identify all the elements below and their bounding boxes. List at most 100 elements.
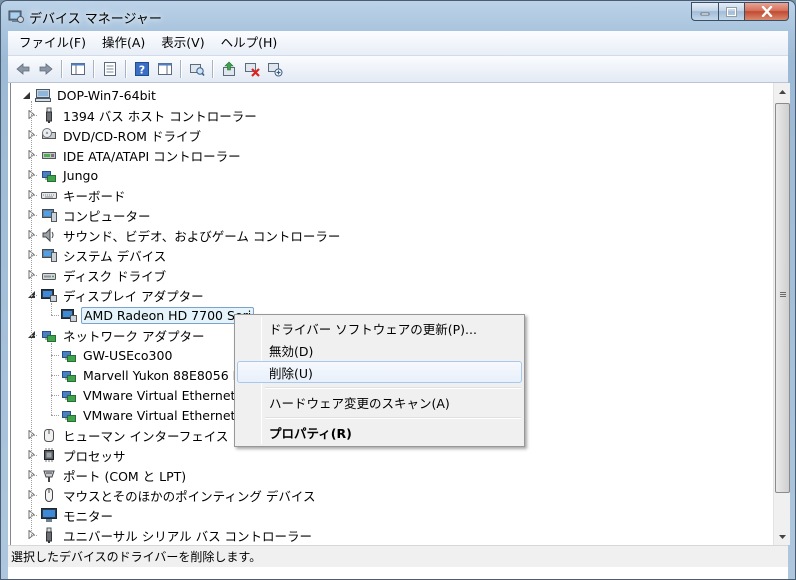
tree-item-label: ディスク ドライブ xyxy=(63,268,167,284)
tree-connector xyxy=(31,115,37,116)
menu-help[interactable]: ヘルプ(H) xyxy=(213,33,286,53)
menu-file[interactable]: ファイル(F) xyxy=(11,33,94,53)
scan-hardware-button[interactable] xyxy=(185,59,208,80)
show-console-tree-button[interactable] xyxy=(66,59,89,80)
back-icon xyxy=(15,63,29,75)
grip-line xyxy=(780,296,786,297)
processor-icon xyxy=(44,448,54,462)
tree-connector xyxy=(51,395,59,396)
grip-line xyxy=(780,294,786,295)
minimize-button[interactable] xyxy=(691,2,718,21)
back-button[interactable] xyxy=(11,59,34,80)
tree-category-item[interactable]: ポート (COM と LPT) xyxy=(28,465,188,485)
tree-category-item[interactable]: 1394 バス ホスト コントローラー xyxy=(28,105,259,125)
tree-item-label: ネットワーク アダプター xyxy=(63,328,205,344)
tree-category-item[interactable]: ユニバーサル シリアル バス コントローラー xyxy=(28,525,314,545)
hid-icon xyxy=(44,429,54,442)
tree-root[interactable]: DOP-Win7-64bit xyxy=(22,85,158,105)
maximize-button[interactable] xyxy=(718,2,744,21)
tree-category-item[interactable]: ディスク ドライブ xyxy=(28,265,168,285)
tree-category-item[interactable]: ネットワーク アダプター xyxy=(28,325,206,345)
tree-category-item[interactable]: IDE ATA/ATAPI コントローラー xyxy=(28,145,243,165)
network-icon xyxy=(62,351,76,362)
scroll-up-button[interactable] xyxy=(774,83,791,100)
tree-connector xyxy=(31,335,37,336)
chevron-down-icon xyxy=(779,534,786,539)
tree-category-item[interactable]: Jungo xyxy=(28,165,100,185)
tree-item-label: プロセッサ xyxy=(63,448,126,464)
tree-item-label: ディスプレイ アダプター xyxy=(63,288,204,304)
tree-category-item[interactable]: システム デバイス xyxy=(28,245,168,265)
tree-connector xyxy=(31,295,37,296)
toolbar-separator xyxy=(125,60,126,78)
maximize-icon xyxy=(726,6,737,17)
context-menu-item[interactable]: プロパティ(R) xyxy=(237,421,522,443)
help-button[interactable]: ? xyxy=(130,59,153,80)
tree-category-item[interactable]: ヒューマン インターフェイス xyxy=(28,425,230,445)
tree-item-label: AMD Radeon HD 7700 Seri xyxy=(81,306,255,324)
tree-child-item[interactable]: VMware Virtual Ethernet xyxy=(61,405,237,425)
tree-connector xyxy=(51,343,52,415)
tree-category-item[interactable]: コンピューター xyxy=(28,205,153,225)
network-icon xyxy=(42,331,56,342)
forward-icon xyxy=(39,63,53,75)
close-button[interactable] xyxy=(744,2,789,21)
context-menu-item[interactable]: ハードウェア変更のスキャン(A) xyxy=(237,391,522,413)
tree-category-item[interactable]: ディスプレイ アダプター xyxy=(28,285,206,305)
menu-action[interactable]: 操作(A) xyxy=(94,33,153,53)
forward-button[interactable] xyxy=(34,59,57,80)
tree-category-item[interactable]: キーボード xyxy=(28,185,128,205)
speaker-icon xyxy=(42,227,54,243)
context-menu: ドライバー ソフトウェアの更新(P)... 無効(D) 削除(U) ハードウェア変更の… xyxy=(234,314,525,447)
tree-connector xyxy=(31,135,37,136)
context-menu-item[interactable]: ドライバー ソフトウェアの更新(P)... xyxy=(237,317,522,339)
tree-child-item[interactable]: GW-USEco300 xyxy=(61,345,174,365)
menu-bar: ファイル(F) 操作(A) 表示(V) ヘルプ(H) xyxy=(8,31,788,56)
context-menu-item[interactable]: 無効(D) xyxy=(237,339,522,361)
tree-category-item[interactable]: モニター xyxy=(28,505,115,525)
tree-category-item[interactable]: マウスとそのほかのポインティング デバイス xyxy=(28,485,317,505)
tree-connector xyxy=(31,455,37,456)
uninstall-button[interactable] xyxy=(240,59,263,80)
update-driver-icon xyxy=(222,61,235,76)
tree-connector xyxy=(31,475,37,476)
tree-item-label: VMware Virtual Ethernet xyxy=(83,387,236,403)
scroll-thumb[interactable] xyxy=(775,103,790,493)
tree-item-label: Marvell Yukon 88E8056 P xyxy=(83,367,241,383)
tree-category-item[interactable]: プロセッサ xyxy=(28,445,128,465)
scan-hardware-icon xyxy=(189,64,205,76)
client-area: ファイル(F) 操作(A) 表示(V) ヘルプ(H) ? DOP-Win7-64… xyxy=(8,31,790,579)
tree-child-item[interactable]: Marvell Yukon 88E8056 P xyxy=(61,365,242,385)
tree-child-item[interactable]: AMD Radeon HD 7700 Seri xyxy=(61,305,255,325)
minimize-icon xyxy=(700,12,710,15)
properties-button[interactable] xyxy=(98,59,121,80)
toolbar-separator xyxy=(180,60,181,78)
tree-category-item[interactable]: DVD/CD-ROM ドライブ xyxy=(28,125,203,145)
usb-icon xyxy=(46,527,52,543)
tree-child-item[interactable]: VMware Virtual Ethernet xyxy=(61,385,237,405)
action-pane-icon xyxy=(157,63,172,75)
tree-item-label: ポート (COM と LPT) xyxy=(63,468,187,484)
menu-separator xyxy=(265,417,521,419)
tree-root-label: DOP-Win7-64bit xyxy=(57,87,156,103)
action-pane-button[interactable] xyxy=(153,59,176,80)
tree-connector xyxy=(31,175,37,176)
tree-category-item[interactable]: サウンド、ビデオ、およびゲーム コントローラー xyxy=(28,225,342,245)
title-bar[interactable]: デバイス マネージャー xyxy=(1,1,795,31)
svg-text:?: ? xyxy=(138,64,144,77)
scroll-down-button[interactable] xyxy=(774,528,791,545)
tree-connector xyxy=(31,155,37,156)
vertical-scrollbar[interactable] xyxy=(773,83,790,545)
tree-connector xyxy=(31,235,37,236)
update-driver-button[interactable] xyxy=(217,59,240,80)
disk-icon xyxy=(42,273,56,280)
tree-connector xyxy=(31,535,37,536)
expanded-arrow-icon[interactable] xyxy=(22,91,31,100)
dvd-icon xyxy=(42,128,56,139)
tree-item-label: GW-USEco300 xyxy=(83,347,173,363)
menu-view[interactable]: 表示(V) xyxy=(153,33,212,53)
display-icon xyxy=(41,289,57,302)
disable-button[interactable] xyxy=(263,59,286,80)
context-menu-item[interactable]: 削除(U) xyxy=(237,361,522,383)
tree-item-label: マウスとそのほかのポインティング デバイス xyxy=(63,488,316,504)
